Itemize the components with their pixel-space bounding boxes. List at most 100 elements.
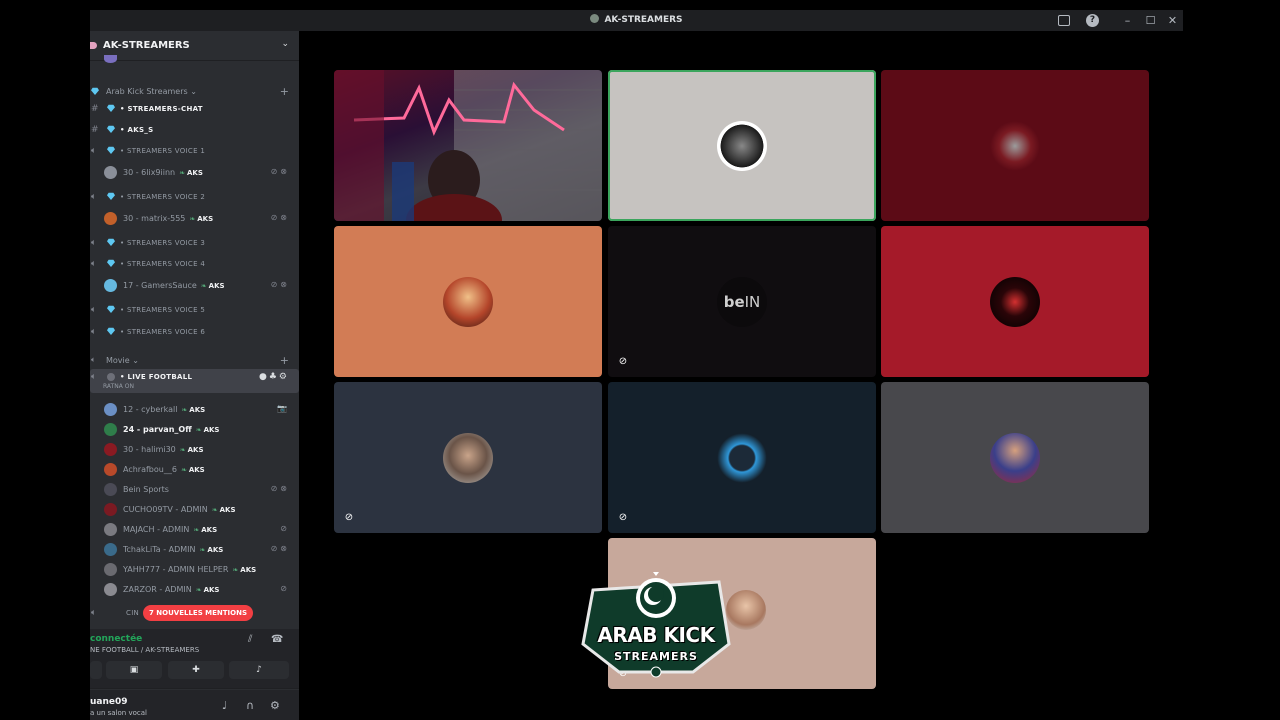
avatar (717, 433, 767, 483)
channel-streamers-voice-2[interactable]: 🔈︎ • STREAMERS VOICE 2 (90, 189, 299, 207)
server-logo-icon (590, 14, 600, 23)
hashtag-icon: # (91, 104, 99, 114)
mic-icon[interactable]: ♩ (222, 699, 227, 712)
avatar (104, 463, 117, 476)
server-indicator (90, 42, 97, 49)
video-tile-camera[interactable] (334, 70, 602, 221)
diamond-icon (107, 104, 115, 112)
camera-button[interactable] (90, 661, 102, 679)
user-status-icons: ⊘⊗ (270, 213, 290, 222)
channel-actions[interactable]: ●♣⚙ (259, 372, 289, 382)
voice-user[interactable]: 30 - matrix-555 ❧ AKS ⊘⊗ (90, 210, 299, 228)
screen-share-button[interactable]: ▣ (106, 661, 162, 679)
soundboard-button[interactable]: ♪ (229, 661, 289, 679)
category-arab-kick-streamers[interactable]: Arab Kick Streamers ⌄ + (90, 83, 299, 101)
channel-streamers-chat[interactable]: # • STREAMERS-CHAT (90, 101, 299, 119)
voice-user[interactable]: 30 - halimi30 ❧ AKS (90, 441, 299, 459)
voice-user[interactable]: 12 - cyberkall ❧ AKS 📷 (90, 401, 299, 419)
inbox-icon[interactable] (1058, 15, 1070, 26)
close-icon[interactable]: ✕ (1166, 14, 1179, 27)
channel-sidebar: AK-STREAMERS ⌄ Arab Kick Streamers ⌄ + #… (90, 31, 299, 720)
voice-user[interactable]: 30 - 6lix9iinn ❧ AKS ⊘⊗ (90, 164, 299, 182)
chat-icon[interactable]: ● (259, 372, 269, 382)
video-tile-user[interactable]: ⊘ (334, 382, 602, 533)
voice-user[interactable]: ZARZOR - ADMIN ❧ AKS ⊘ (90, 581, 299, 599)
category-movie[interactable]: 🔈︎ Movie ⌄ + (90, 352, 299, 370)
diamond-icon (107, 192, 115, 200)
speaker-icon: 🔈︎ (91, 192, 97, 202)
speaker-icon: 🔈︎ (91, 355, 96, 364)
voice-user[interactable]: 17 - GamersSauce ❧ AKS ⊘⊗ (90, 277, 299, 295)
maximize-icon[interactable]: ☐ (1144, 14, 1157, 27)
avatar (717, 121, 767, 171)
speaker-icon: 🔈︎ (91, 372, 97, 382)
headphones-icon[interactable]: ∩ (246, 699, 254, 712)
username[interactable]: uane09 (90, 697, 128, 707)
disconnect-icon[interactable]: ☎ (271, 634, 283, 645)
noise-suppression-icon[interactable]: ⫽ (248, 634, 252, 645)
diamond-icon (107, 259, 115, 267)
voice-status: connectée (90, 634, 143, 644)
voice-user[interactable]: Achrafbou__6 ❧ AKS (90, 461, 299, 479)
new-mentions-badge[interactable]: 7 NOUVELLES MENTIONS (143, 605, 254, 621)
activity-button[interactable]: ✚ (168, 661, 224, 679)
avatar (104, 523, 117, 536)
gamepad-icon: ✚ (192, 665, 200, 675)
voice-user[interactable]: MAJACH - ADMIN ❧ AKS ⊘ (90, 521, 299, 539)
avatar (443, 433, 493, 483)
avatar (104, 483, 117, 496)
help-icon[interactable]: ? (1086, 14, 1099, 27)
voice-user[interactable]: CUCHO09TV - ADMIN ❧ AKS (90, 501, 299, 519)
voice-user[interactable]: YAHH777 - ADMIN HELPER ❧ AKS (90, 561, 299, 579)
diamond-icon (107, 238, 115, 246)
add-channel-icon[interactable]: + (280, 354, 289, 367)
voice-user[interactable]: TchakLiTa - ADMIN ❧ AKS ⊘⊗ (90, 541, 299, 559)
gear-icon[interactable]: ⚙ (279, 372, 289, 382)
video-tile-user[interactable]: ⊘ (608, 382, 876, 533)
video-tile-user[interactable] (881, 382, 1149, 533)
add-channel-icon[interactable]: + (280, 85, 289, 98)
diamond-icon (107, 305, 115, 313)
voice-user[interactable]: Bein Sports ⊘⊗ (90, 481, 299, 499)
channel-streamers-voice-4[interactable]: 🔈︎ • STREAMERS VOICE 4 (90, 256, 299, 274)
video-tile-user[interactable] (881, 70, 1149, 221)
leaf-icon: ❧ (199, 546, 206, 554)
video-tile-user[interactable] (608, 70, 876, 221)
channel-status: RATNA ON (103, 383, 134, 390)
video-tile-bein-sports[interactable]: beIN ⊘ (608, 226, 876, 377)
chevron-down-icon[interactable]: ⌄ (281, 39, 289, 49)
channel-streamers-voice-3[interactable]: 🔈︎ • STREAMERS VOICE 3 (90, 235, 299, 253)
leaf-icon: ❧ (181, 406, 188, 414)
window-title: AK-STREAMERS (90, 14, 1183, 25)
video-tile-user[interactable] (334, 226, 602, 377)
channel-streamers-voice-6[interactable]: 🔈︎ • STREAMERS VOICE 6 (90, 324, 299, 342)
channel-live-football[interactable]: 🔈︎ • LIVE FOOTBALL RATNA ON ●♣⚙ (90, 369, 299, 393)
voice-location[interactable]: NE FOOTBALL / AK-STREAMERS (90, 646, 199, 654)
gear-icon[interactable]: ⚙ (270, 699, 280, 712)
minimize-icon[interactable]: – (1121, 14, 1134, 27)
leaf-icon: ❧ (193, 526, 200, 534)
video-tile-user[interactable] (881, 226, 1149, 377)
avatar (990, 433, 1040, 483)
leaf-icon: ❧ (211, 506, 218, 514)
leaf-icon: ❧ (179, 446, 186, 454)
channel-aks-s[interactable]: # • AKS_S (90, 122, 299, 140)
speaker-icon: 🔈︎ (91, 238, 97, 248)
avatar (104, 563, 117, 576)
screen-share-icon: ▣ (129, 665, 139, 675)
scrolled-user-fragment (90, 55, 299, 65)
avatar (443, 277, 493, 327)
voice-connection-panel: connectée NE FOOTBALL / AK-STREAMERS ⫽ ☎… (90, 629, 299, 689)
camera-feed (334, 70, 602, 221)
voice-user[interactable]: 24 - parvan_Off ❧ AKS (90, 421, 299, 439)
channel-streamers-voice-1[interactable]: 🔈︎ • STREAMERS VOICE 1 (90, 143, 299, 161)
leaf-icon: ❧ (232, 566, 239, 574)
invite-user-icon[interactable]: ♣ (269, 372, 279, 382)
overlay-subtitle: STREAMERS (614, 650, 698, 663)
channel-avatar-icon (107, 373, 115, 381)
soundboard-icon: ♪ (256, 665, 262, 675)
speaker-icon: 🔈︎ (91, 327, 97, 337)
speaker-icon: 🔈︎ (91, 259, 97, 269)
channel-streamers-voice-5[interactable]: 🔈︎ • STREAMERS VOICE 5 (90, 302, 299, 320)
headphones-muted-icon: ⊘ (618, 356, 628, 367)
